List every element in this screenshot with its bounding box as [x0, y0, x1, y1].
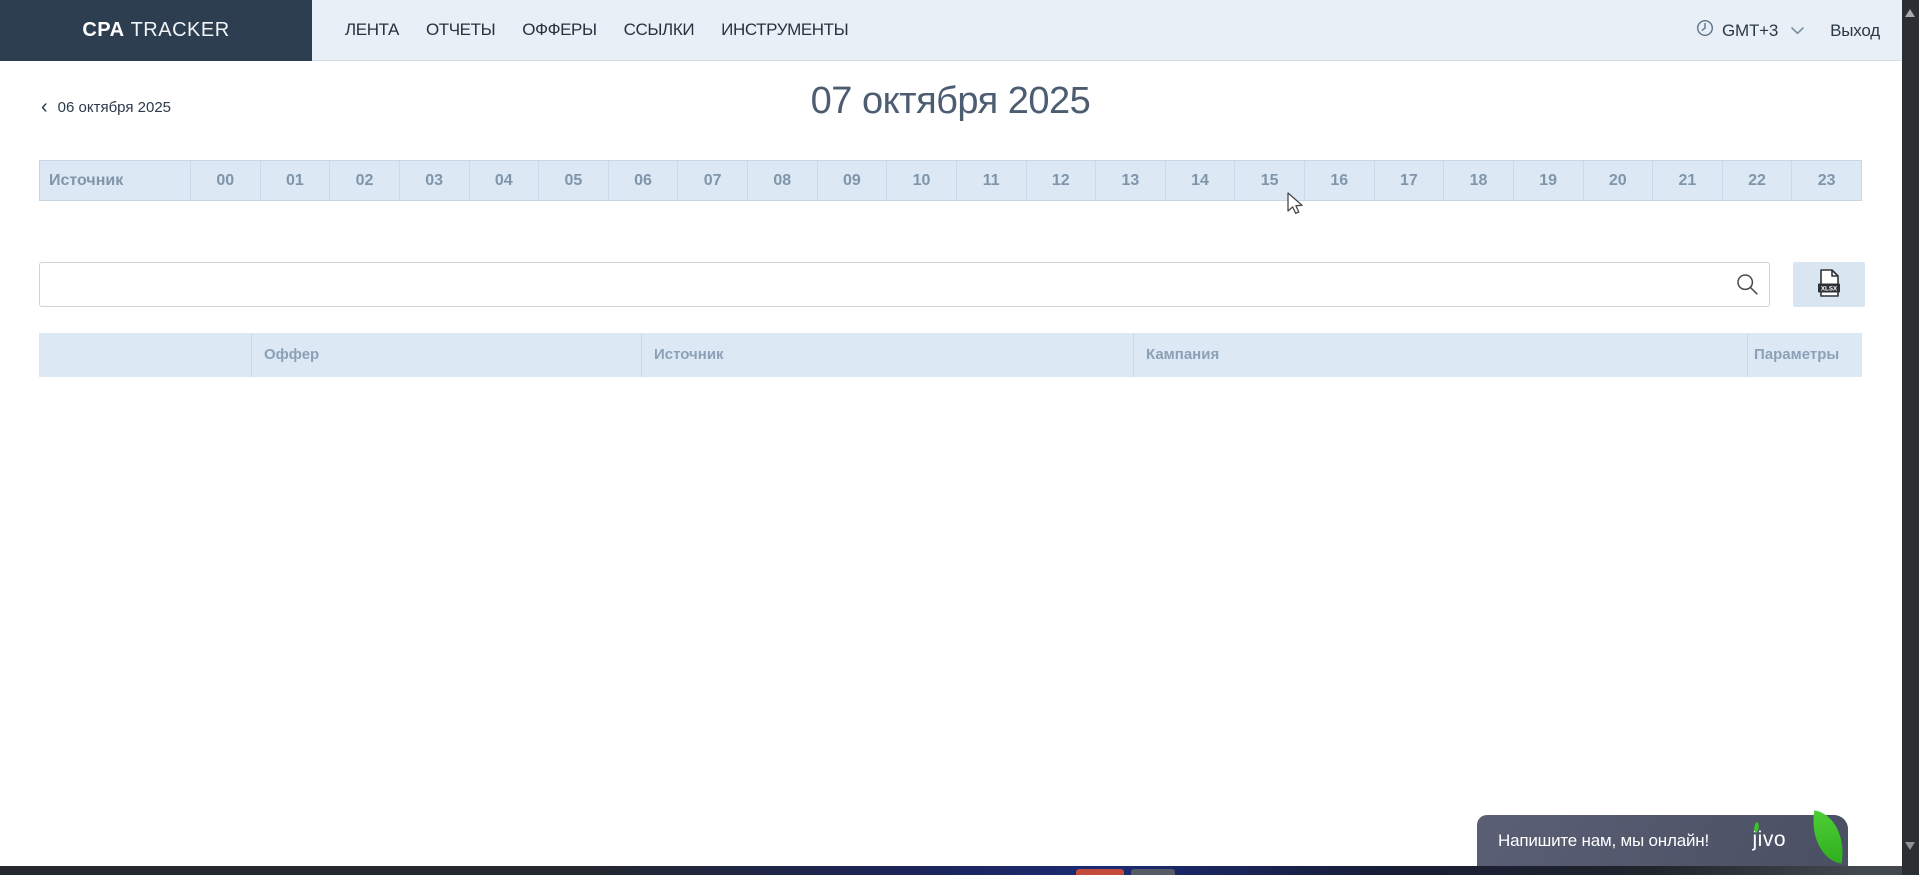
hour-column-header[interactable]: 15 — [1234, 161, 1304, 200]
hour-column-header[interactable]: 14 — [1165, 161, 1235, 200]
hour-column-header[interactable]: 23 — [1791, 161, 1861, 200]
clock-icon — [1695, 18, 1715, 43]
timezone-selector[interactable]: GMT+3 — [1695, 18, 1804, 43]
timezone-label: GMT+3 — [1722, 21, 1778, 41]
main-menu-item[interactable]: ОФФЕРЫ — [522, 20, 596, 40]
hour-column-header[interactable]: 18 — [1443, 161, 1513, 200]
brand-logo[interactable]: CPA TRACKER — [0, 0, 312, 61]
hour-column-header[interactable]: 16 — [1304, 161, 1374, 200]
chevron-down-icon — [1791, 22, 1804, 40]
data-table-column-header: Параметры — [1747, 333, 1862, 377]
hour-column-header[interactable]: 11 — [956, 161, 1026, 200]
hour-column-header[interactable]: 08 — [747, 161, 817, 200]
scrollbar-up-arrow-icon[interactable] — [1905, 9, 1915, 17]
chat-message: Напишите нам, мы онлайн! — [1477, 831, 1709, 851]
data-table-column-header: Источник — [641, 333, 1133, 377]
background-window-edge — [0, 866, 1919, 875]
data-table-column-header — [39, 333, 251, 377]
background-window-gray-button — [1131, 869, 1175, 875]
hour-column-header[interactable]: 12 — [1026, 161, 1096, 200]
hour-column-header[interactable]: 17 — [1374, 161, 1444, 200]
hours-cells: 0001020304050607080910111213141516171819… — [190, 161, 1861, 200]
brand-logo-rest: TRACKER — [131, 19, 230, 42]
main-menu-item[interactable]: ОТЧЕТЫ — [426, 20, 495, 40]
brand-logo-bold: CPA — [82, 19, 124, 42]
hour-column-header[interactable]: 10 — [886, 161, 956, 200]
top-navigation-bar: CPA TRACKER ЛЕНТА ОТЧЕТЫ ОФФЕРЫ ССЫЛКИ ИНСТР… — [0, 0, 1919, 61]
hour-column-header[interactable]: 06 — [608, 161, 678, 200]
scrollbar-down-arrow-icon[interactable] — [1905, 842, 1915, 850]
hour-column-header[interactable]: 01 — [260, 161, 330, 200]
hour-column-header[interactable]: 04 — [469, 161, 539, 200]
topbar-right-cluster: GMT+3 Выход — [1695, 0, 1880, 61]
jivo-leaf-icon — [1806, 810, 1850, 864]
hour-column-header[interactable]: 13 — [1095, 161, 1165, 200]
data-table-column-header: Кампания — [1133, 333, 1747, 377]
hour-column-header[interactable]: 21 — [1652, 161, 1722, 200]
page-title: 07 октября 2025 — [811, 80, 1091, 122]
hour-column-header[interactable]: 02 — [329, 161, 399, 200]
hour-column-header[interactable]: 22 — [1722, 161, 1792, 200]
jivo-chat-widget[interactable]: Напишите нам, мы онлайн! jivo — [1477, 815, 1848, 866]
search-input[interactable] — [39, 262, 1770, 307]
hour-column-header[interactable]: 07 — [677, 161, 747, 200]
main-menu-item[interactable]: ЛЕНТА — [345, 20, 399, 40]
hour-column-header[interactable]: 03 — [399, 161, 469, 200]
hour-column-header[interactable]: 20 — [1583, 161, 1653, 200]
vertical-scrollbar[interactable] — [1902, 0, 1919, 875]
main-menu-item[interactable]: ИНСТРУМЕНТЫ — [721, 20, 848, 40]
background-window-red-button — [1076, 869, 1124, 875]
main-menu: ЛЕНТА ОТЧЕТЫ ОФФЕРЫ ССЫЛКИ ИНСТРУМЕНТЫ — [312, 20, 848, 40]
page: CPA TRACKER ЛЕНТА ОТЧЕТЫ ОФФЕРЫ ССЫЛКИ ИНСТР… — [0, 0, 1919, 875]
search-icon[interactable] — [1735, 272, 1760, 302]
hour-column-header[interactable]: 19 — [1513, 161, 1583, 200]
jivo-logo: jivo — [1752, 828, 1786, 852]
export-xlsx-button[interactable]: XLSX — [1793, 262, 1865, 307]
data-table-column-header: Оффер — [251, 333, 641, 377]
page-title-wrap: 07 октября 2025 — [39, 80, 1862, 123]
xlsx-file-icon: XLSX — [1816, 268, 1842, 301]
hour-column-header[interactable]: 00 — [190, 161, 260, 200]
search-box — [39, 262, 1770, 307]
hours-header-table: Источник 0001020304050607080910111213141… — [39, 160, 1862, 201]
hour-column-header[interactable]: 09 — [817, 161, 887, 200]
svg-text:XLSX: XLSX — [1821, 285, 1838, 292]
main-menu-item[interactable]: ССЫЛКИ — [624, 20, 694, 40]
data-table-header: ОфферИсточникКампанияПараметры — [39, 333, 1862, 377]
hour-column-header[interactable]: 05 — [538, 161, 608, 200]
logout-link[interactable]: Выход — [1830, 21, 1880, 41]
hours-source-column-header: Источник — [40, 161, 190, 200]
